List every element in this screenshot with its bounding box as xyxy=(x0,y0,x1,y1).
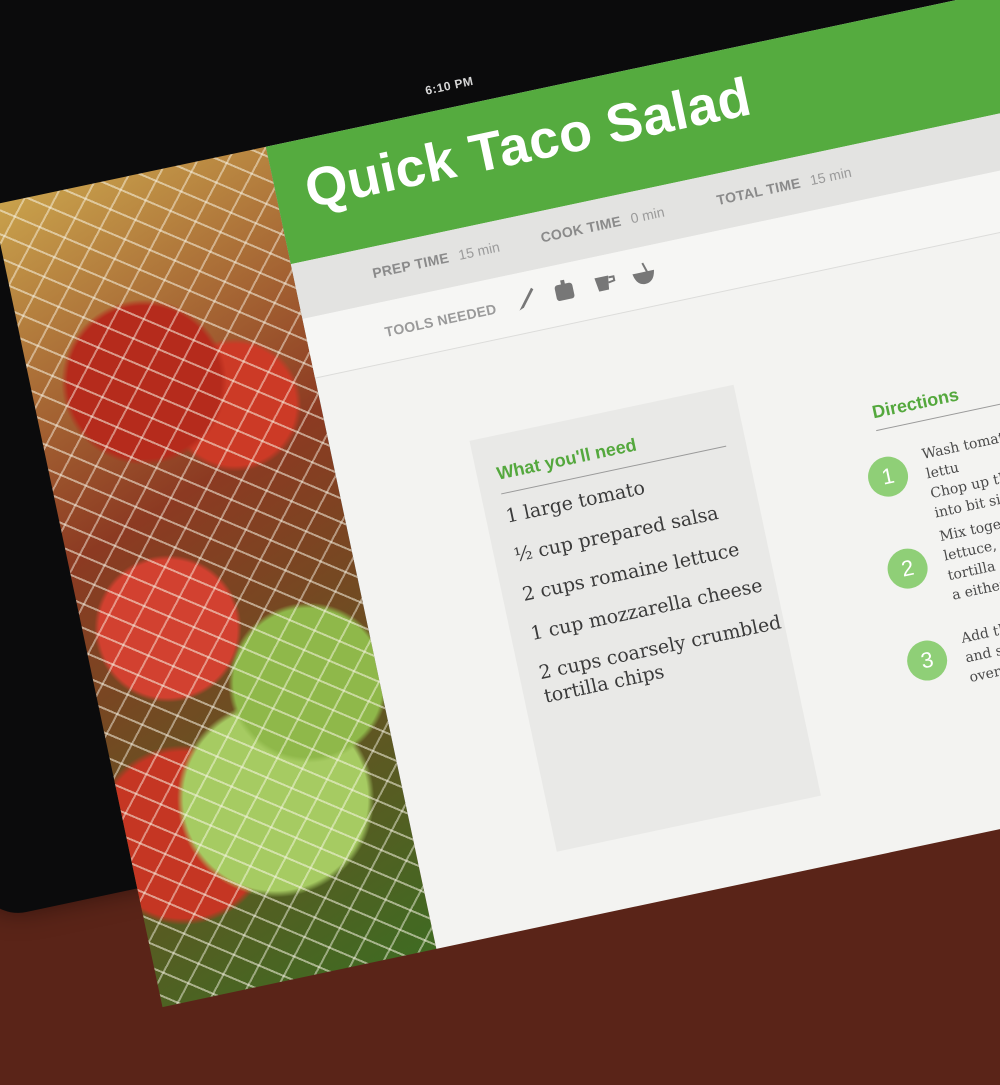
ingredients-heading: What you'll need xyxy=(494,434,639,484)
step-number-badge: 2 xyxy=(883,544,932,593)
prep-time: PREP TIME 15 min xyxy=(371,239,501,282)
knife-icon[interactable] xyxy=(511,284,542,315)
prep-time-value: 15 min xyxy=(456,238,502,263)
cutting-board-icon[interactable] xyxy=(550,275,581,306)
total-time-value: 15 min xyxy=(808,163,853,189)
step-number-badge: 3 xyxy=(903,636,951,685)
tools-needed-label: TOOLS NEEDED xyxy=(383,300,498,340)
total-time: TOTAL TIME 15 min xyxy=(715,164,853,208)
bowl-icon[interactable] xyxy=(628,259,659,290)
prep-time-label: PREP TIME xyxy=(370,249,451,282)
cook-time-value: 0 min xyxy=(629,203,666,227)
measuring-cup-icon[interactable] xyxy=(589,267,620,298)
ingredients-list: 1 large tomato ½ cup prepared salsa 2 cu… xyxy=(504,454,792,724)
step-number-badge: 1 xyxy=(864,452,912,501)
ingredients-panel: What you'll need 1 large tomato ½ cup pr… xyxy=(469,384,821,852)
cook-time: COOK TIME 0 min xyxy=(539,204,666,246)
directions-heading: Directions xyxy=(870,384,961,423)
total-time-label: TOTAL TIME xyxy=(715,174,803,209)
cook-time-label: COOK TIME xyxy=(539,212,623,246)
